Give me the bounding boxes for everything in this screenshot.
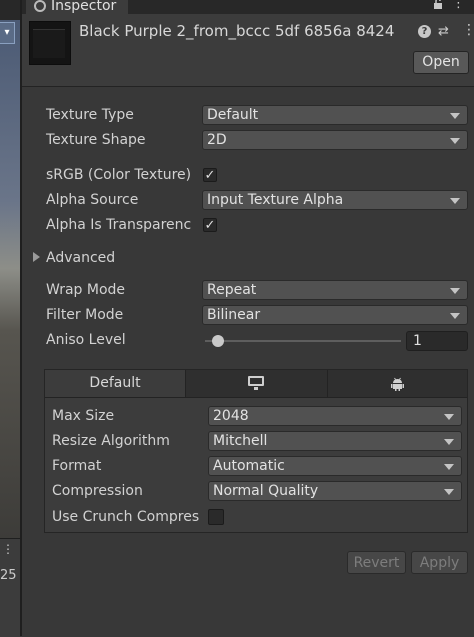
header-menu-icon[interactable]: ⋮ — [462, 22, 474, 38]
chevron-down-icon — [444, 464, 454, 470]
texture-shape-value: 2D — [207, 132, 227, 148]
revert-button[interactable]: Revert — [347, 551, 406, 574]
chevron-down-icon — [450, 113, 460, 119]
resize-algorithm-dropdown[interactable]: Mitchell — [208, 431, 462, 451]
chevron-down-icon — [444, 489, 454, 495]
open-button[interactable]: Open — [413, 51, 469, 74]
info-icon — [34, 0, 46, 12]
max-size-label: Max Size — [52, 408, 115, 424]
max-size-dropdown[interactable]: 2048 — [208, 406, 462, 426]
monitor-icon — [248, 376, 264, 386]
tab-menu-icon[interactable]: ⋮ — [452, 0, 465, 11]
filter-mode-label: Filter Mode — [46, 307, 124, 323]
scene-view-slice — [0, 20, 20, 538]
wrap-mode-label: Wrap Mode — [46, 282, 126, 298]
resize-algorithm-value: Mitchell — [213, 433, 268, 449]
wrap-mode-dropdown[interactable]: Repeat — [202, 280, 468, 300]
chevron-down-icon — [444, 414, 454, 420]
wrap-mode-value: Repeat — [207, 282, 257, 298]
chevron-down-icon — [450, 313, 460, 319]
texture-type-label: Texture Type — [46, 107, 134, 123]
aniso-level-input[interactable]: 1 — [406, 331, 468, 351]
scene-chevron-icon[interactable]: ▾ — [0, 22, 15, 44]
lock-icon[interactable] — [433, 0, 443, 10]
advanced-foldout-label[interactable]: Advanced — [46, 250, 115, 266]
android-icon — [391, 377, 404, 391]
filter-mode-dropdown[interactable]: Bilinear — [202, 305, 468, 325]
texture-shape-label: Texture Shape — [46, 132, 146, 148]
chevron-down-icon — [450, 198, 460, 204]
filter-mode-value: Bilinear — [207, 307, 261, 323]
apply-button[interactable]: Apply — [411, 551, 468, 574]
lower-panel-value: 25 — [0, 568, 17, 583]
use-crunch-checkbox[interactable] — [208, 509, 224, 525]
presets-icon[interactable]: ⇄ — [438, 24, 449, 39]
format-dropdown[interactable]: Automatic — [208, 456, 462, 476]
chevron-down-icon — [444, 439, 454, 445]
resize-algorithm-label: Resize Algorithm — [52, 433, 170, 449]
alpha-source-value: Input Texture Alpha — [207, 192, 344, 208]
alpha-is-transparency-label: Alpha Is Transparenc — [46, 217, 192, 233]
chevron-down-icon — [450, 288, 460, 294]
aniso-slider-track[interactable] — [205, 340, 401, 342]
format-label: Format — [52, 458, 102, 474]
lower-panel-menu-icon[interactable]: ⋮ — [2, 542, 14, 556]
alpha-source-dropdown[interactable]: Input Texture Alpha — [202, 190, 468, 210]
use-crunch-label: Use Crunch Compres — [52, 509, 200, 525]
texture-shape-dropdown[interactable]: 2D — [202, 130, 468, 150]
panel-divider[interactable] — [20, 0, 22, 636]
alpha-is-transparency-checkbox[interactable]: ✓ — [203, 218, 217, 233]
compression-label: Compression — [52, 483, 143, 499]
tab-default[interactable]: Default — [45, 370, 186, 397]
texture-thumbnail-image — [33, 29, 65, 58]
texture-type-value: Default — [207, 107, 259, 123]
alpha-source-label: Alpha Source — [46, 192, 139, 208]
format-value: Automatic — [213, 458, 285, 474]
foldout-arrow-icon[interactable] — [33, 252, 40, 262]
srgb-label: sRGB (Color Texture) — [46, 167, 192, 183]
max-size-value: 2048 — [213, 408, 249, 424]
texture-type-dropdown[interactable]: Default — [202, 105, 468, 125]
monitor-stand — [254, 387, 258, 390]
aniso-slider-handle[interactable] — [212, 335, 224, 347]
srgb-checkbox[interactable]: ✓ — [203, 168, 217, 183]
compression-value: Normal Quality — [213, 483, 319, 499]
tab-inspector-label: Inspector — [51, 0, 117, 14]
aniso-level-label: Aniso Level — [46, 332, 126, 348]
chevron-down-icon — [450, 138, 460, 144]
asset-title: Black Purple 2_from_bccc 5df 6856a 8424 — [79, 22, 395, 40]
compression-dropdown[interactable]: Normal Quality — [208, 481, 462, 501]
help-icon[interactable]: ? — [418, 25, 431, 38]
